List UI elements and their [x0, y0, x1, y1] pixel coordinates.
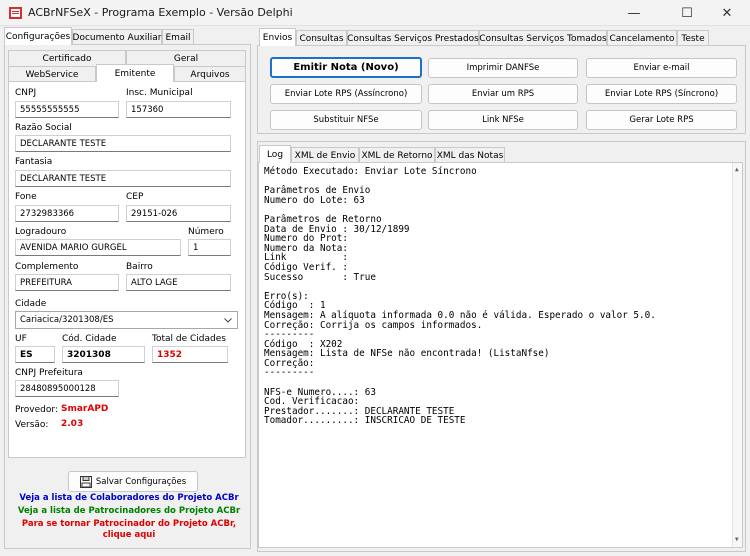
tab-documento-auxiliar[interactable]: Documento Auxiliar	[72, 29, 162, 45]
link-patrocinadores[interactable]: Veja a lista de Patrocinadores do Projet…	[14, 506, 244, 516]
log-line: Sucesso : True	[264, 271, 376, 283]
log-line: Correção:	[264, 357, 315, 369]
log-line: Erro(s):	[264, 290, 309, 302]
save-icon	[79, 475, 92, 488]
cidade-value: Cariacica/3201308/ES	[20, 315, 114, 325]
log-line: Mensagem: Lista de NFSe não encontrada! …	[264, 348, 550, 360]
tab-envios[interactable]: Envios	[259, 28, 296, 46]
tab-consultas-prestados[interactable]: Consultas Serviços Prestados	[347, 30, 479, 46]
log-scrollbar[interactable]: ▲ ▼	[732, 163, 742, 547]
fantasia-field[interactable]: DECLARANTE TESTE	[15, 170, 231, 187]
tab-arquivos[interactable]: Arquivos	[174, 66, 246, 82]
cep-field[interactable]: 29151-026	[126, 205, 231, 222]
chevron-down-icon	[224, 318, 232, 323]
razao-label: Razão Social	[15, 123, 72, 133]
log-line: Método Executado: Enviar Lote Síncrono	[264, 166, 477, 177]
link-tornar-patrocinador[interactable]: Para se tornar Patrocinador do Projeto A…	[14, 519, 244, 529]
cnpj-prefeitura-label: CNPJ Prefeitura	[15, 368, 83, 378]
app-icon	[9, 7, 22, 19]
cidade-select[interactable]: Cariacica/3201308/ES	[15, 311, 238, 329]
versao-label: Versão:	[15, 420, 49, 430]
tab-xml-retorno[interactable]: XML de Retorno	[359, 147, 435, 163]
total-cidades-field: 1352	[152, 346, 228, 363]
enviar-lote-assincrono-button[interactable]: Enviar Lote RPS (Assíncrono)	[270, 84, 422, 104]
numero-label: Número	[188, 227, 224, 237]
fantasia-label: Fantasia	[15, 157, 53, 167]
tab-cancelamento[interactable]: Cancelamento	[607, 30, 677, 46]
gerar-lote-rps-button[interactable]: Gerar Lote RPS	[586, 110, 737, 130]
bairro-label: Bairro	[126, 262, 153, 272]
log-lines: Método Executado: Enviar Lote Síncrono Pa…	[264, 167, 737, 426]
tab-xml-notas[interactable]: XML das Notas	[435, 147, 505, 163]
im-label: Insc. Municipal	[126, 88, 193, 98]
logradouro-field[interactable]: AVENIDA MARIO GURGEL	[15, 239, 181, 256]
cnpj-prefeitura-field[interactable]: 28480895000128	[15, 380, 119, 397]
cnpj-label: CNPJ	[15, 88, 37, 98]
bairro-field[interactable]: ALTO LAGE	[126, 274, 231, 291]
enviar-lote-sincrono-button[interactable]: Enviar Lote RPS (Síncrono)	[586, 84, 737, 104]
log-line: Numero do Lote: 63	[264, 194, 365, 206]
uf-label: UF	[15, 334, 27, 344]
im-field[interactable]: 157360	[126, 101, 231, 118]
total-cidades-label: Total de Cidades	[152, 334, 226, 344]
logradouro-label: Logradouro	[15, 227, 67, 237]
cnpj-field[interactable]: 55555555555	[15, 101, 119, 118]
log-line: Tomador.........: INSCRICAO DE TESTE	[264, 415, 466, 427]
save-config-label: Salvar Configurações	[95, 476, 187, 487]
complemento-label: Complemento	[15, 262, 79, 272]
tab-configuracoes[interactable]: Configurações	[4, 27, 72, 45]
tab-teste[interactable]: Teste	[677, 30, 709, 46]
tab-emitente[interactable]: Emitente	[96, 64, 174, 82]
imprimir-danfse-button[interactable]: Imprimir DANFSe	[428, 58, 578, 78]
save-config-button[interactable]: Salvar Configurações	[68, 471, 198, 492]
cep-label: CEP	[126, 192, 144, 202]
provedor-label: Provedor:	[15, 405, 58, 415]
emitir-nota-button[interactable]: Emitir Nota (Novo)	[270, 57, 422, 78]
razao-field[interactable]: DECLARANTE TESTE	[15, 135, 231, 152]
tab-consultas-tomados[interactable]: Consultas Serviços Tomados	[479, 30, 607, 46]
log-line: Correção: Corrija os campos informados.	[264, 319, 483, 331]
tab-consultas[interactable]: Consultas	[296, 30, 347, 46]
link-colaboradores[interactable]: Veja a lista de Colaboradores do Projeto…	[14, 493, 244, 503]
fone-field[interactable]: 2732983366	[15, 205, 119, 222]
cod-cidade-field[interactable]: 3201308	[62, 346, 145, 363]
fone-label: Fone	[15, 192, 37, 202]
scroll-down-icon[interactable]: ▼	[735, 535, 739, 545]
log-textarea[interactable]: Método Executado: Enviar Lote Síncrono Pa…	[258, 162, 743, 548]
versao-value: 2.03	[61, 419, 84, 429]
minimize-button[interactable]: —	[611, 0, 657, 26]
log-line: ---------	[264, 367, 315, 379]
numero-field[interactable]: 1	[188, 239, 231, 256]
cod-cidade-label: Cód. Cidade	[62, 334, 117, 344]
complemento-field[interactable]: PREFEITURA	[15, 274, 119, 291]
substituir-nfse-button[interactable]: Substituir NFSe	[270, 110, 422, 130]
enviar-email-button[interactable]: Enviar e-mail	[586, 58, 737, 78]
tab-xml-envio[interactable]: XML de Envio	[291, 147, 359, 163]
link-clique-aqui[interactable]: clique aqui	[14, 530, 244, 540]
enviar-um-rps-button[interactable]: Enviar um RPS	[428, 84, 578, 104]
uf-field[interactable]: ES	[15, 346, 55, 363]
tab-email[interactable]: Email	[162, 29, 194, 45]
link-nfse-button[interactable]: Link NFSe	[428, 110, 578, 130]
cidade-label: Cidade	[15, 299, 47, 309]
tab-log[interactable]: Log	[259, 145, 291, 163]
provedor-value: SmarAPD	[61, 404, 109, 414]
scroll-up-icon[interactable]: ▲	[735, 165, 739, 175]
window-title: ACBrNFSeX - Programa Exemplo - Versão De…	[28, 6, 293, 19]
close-button[interactable]: ✕	[704, 0, 750, 26]
tab-webservice[interactable]: WebService	[8, 66, 96, 82]
